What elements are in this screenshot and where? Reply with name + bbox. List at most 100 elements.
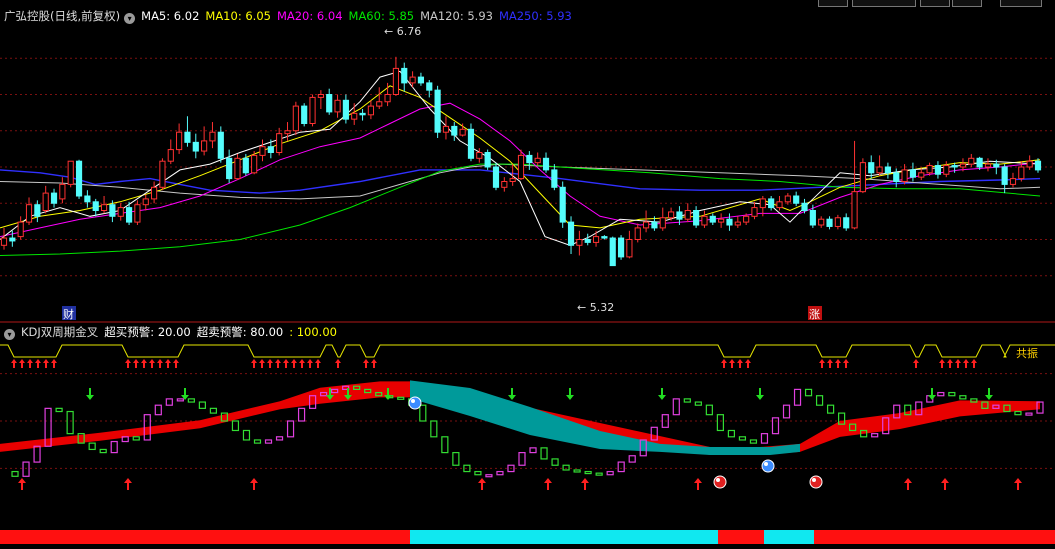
arrow-up-icon [721, 359, 727, 368]
k-bar [760, 433, 769, 444]
arrow-up-icon [939, 359, 945, 368]
toolbar-button-5[interactable] [1000, 0, 1042, 7]
arrow-up-icon [35, 359, 41, 368]
candle-body [159, 160, 166, 188]
toolbar-button-3[interactable] [920, 0, 950, 7]
cai-marker: 财 [63, 307, 74, 321]
arrow-up-icon [283, 359, 289, 368]
kdj-cyan-band [410, 380, 800, 455]
cross-point-icon [408, 396, 422, 410]
k-bar [242, 429, 251, 441]
ma-legend-item: MA120: 5.93 [420, 9, 493, 23]
arrow-up-icon [947, 359, 953, 368]
k-bar [804, 388, 813, 397]
candle-body [617, 237, 625, 258]
candle-body [559, 186, 566, 223]
candle-body [176, 131, 183, 151]
candle-body [384, 94, 391, 103]
gongzhen-label: 共振 [1016, 346, 1038, 360]
candle-body [9, 237, 16, 242]
cross-point-highlight [411, 399, 415, 403]
candle-body [993, 163, 1000, 168]
candle-body [734, 221, 741, 226]
toolbar-button-4[interactable] [952, 0, 982, 7]
k-bar [672, 398, 680, 416]
candle-body [592, 236, 600, 243]
arrow-up-icon [843, 359, 849, 368]
candle-body [843, 217, 850, 229]
indicator-legend-item: 超卖预警: 80.00 [196, 325, 284, 339]
candle-body [776, 201, 783, 209]
candle-body [768, 198, 775, 209]
k-bar [110, 440, 118, 454]
k-bar [264, 439, 273, 444]
bottom-signal-strip [410, 530, 718, 544]
arrow-up-icon [335, 359, 341, 368]
candle-body [634, 227, 641, 240]
candle-body [142, 198, 149, 206]
candle-body [409, 76, 416, 84]
candle-body [976, 157, 983, 168]
arrow-up-icon [250, 478, 258, 490]
k-bar [584, 470, 592, 475]
arrow-down-icon [928, 388, 936, 400]
candle-body [901, 169, 908, 182]
arrow-up-icon [124, 478, 132, 490]
k-bar [749, 439, 758, 444]
k-bar [154, 404, 162, 416]
ma-legend-item: MA5: 6.02 [141, 9, 200, 23]
candle-body [42, 192, 49, 212]
arrow-up-icon [291, 359, 297, 368]
k-bar [871, 433, 879, 438]
k-bar [551, 458, 559, 466]
candle-body [276, 133, 283, 153]
k-bar [518, 452, 526, 466]
k-bar [33, 445, 41, 463]
candle-body [818, 218, 825, 226]
bottom-signal-strip [814, 530, 1055, 544]
k-bar [275, 436, 284, 441]
candle-body [492, 166, 500, 188]
arrow-up-icon [251, 359, 257, 368]
candle-body [943, 165, 950, 175]
arrow-down-icon [86, 388, 94, 400]
candle-body [934, 165, 942, 175]
arrow-up-icon [307, 359, 313, 368]
candle-body [801, 202, 808, 211]
k-bar [970, 398, 978, 403]
toolbar-button-1[interactable] [818, 0, 848, 7]
k-bar [474, 470, 482, 476]
cross-point-highlight [764, 462, 768, 466]
candle-body [784, 195, 791, 203]
chevron-down-icon[interactable]: ▾ [124, 13, 136, 24]
candle-body [1018, 166, 1025, 180]
k-bar [11, 470, 19, 477]
arrow-up-icon [315, 359, 321, 368]
k-bar [209, 407, 218, 414]
k-bar [286, 420, 295, 438]
toolbar-button-2[interactable] [852, 0, 916, 7]
arrow-down-icon [566, 388, 574, 400]
candle-body [868, 162, 875, 174]
candle-body [826, 218, 833, 227]
candle-body [1009, 178, 1017, 185]
k-bar [628, 455, 636, 463]
candle-body [926, 165, 933, 174]
k-bar [419, 404, 427, 422]
k-bar [705, 404, 713, 416]
k-bar [297, 407, 306, 422]
candle-body [576, 239, 583, 246]
candle-body [984, 163, 992, 168]
candle-body [651, 221, 658, 229]
arrow-up-icon [835, 359, 841, 368]
arrow-up-icon [478, 478, 486, 490]
k-bar [782, 404, 791, 419]
candle-body [67, 160, 74, 185]
candle-body [192, 141, 199, 152]
arrow-up-icon [11, 359, 17, 368]
candle-body [201, 140, 208, 152]
arrow-up-icon [904, 478, 912, 490]
chevron-down-icon[interactable]: ▾ [4, 329, 15, 340]
candle-body [226, 157, 233, 180]
candle-body [467, 128, 475, 159]
